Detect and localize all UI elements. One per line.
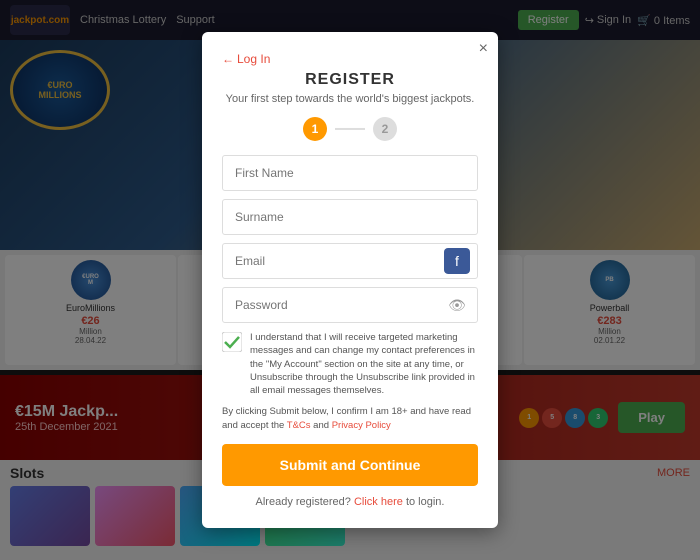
facebook-login-icon[interactable]: f: [444, 248, 470, 274]
modal-close-button[interactable]: ×: [479, 40, 488, 58]
already-label: Already registered?: [256, 496, 351, 508]
step-line: [335, 128, 365, 130]
already-registered-section: Already registered? Click here to login.: [222, 496, 478, 508]
password-field-wrapper: 👁: [222, 287, 478, 323]
legal-text: By clicking Submit below, I confirm I am…: [222, 405, 478, 432]
privacy-link[interactable]: Privacy Policy: [332, 420, 391, 431]
password-toggle-icon[interactable]: 👁: [444, 292, 470, 318]
firstname-input[interactable]: [222, 155, 478, 191]
back-arrow-icon: ←: [222, 52, 234, 66]
marketing-checkbox-label: I understand that I will receive targete…: [250, 331, 478, 397]
email-input[interactable]: [222, 243, 478, 279]
modal-subtitle: Your first step towards the world's bigg…: [222, 93, 478, 105]
back-to-login-link[interactable]: ← Log In: [222, 52, 478, 66]
step-1-indicator: 1: [303, 117, 327, 141]
back-label: Log In: [237, 52, 270, 66]
registration-steps: 1 2: [222, 117, 478, 141]
step-2-indicator: 2: [373, 117, 397, 141]
terms-link[interactable]: T&Cs: [287, 420, 311, 431]
register-modal: × ← Log In REGISTER Your first step towa…: [202, 32, 498, 528]
to-login-label: to login.: [406, 496, 445, 508]
legal-and: and: [311, 420, 332, 431]
marketing-checkbox[interactable]: [222, 332, 242, 352]
marketing-checkbox-area: I understand that I will receive targete…: [222, 331, 478, 397]
email-field-wrapper: f: [222, 243, 478, 279]
password-input[interactable]: [222, 287, 478, 323]
modal-title: REGISTER: [222, 71, 478, 89]
submit-continue-button[interactable]: Submit and Continue: [222, 444, 478, 486]
surname-input[interactable]: [222, 199, 478, 235]
click-here-link[interactable]: Click here: [354, 496, 403, 508]
